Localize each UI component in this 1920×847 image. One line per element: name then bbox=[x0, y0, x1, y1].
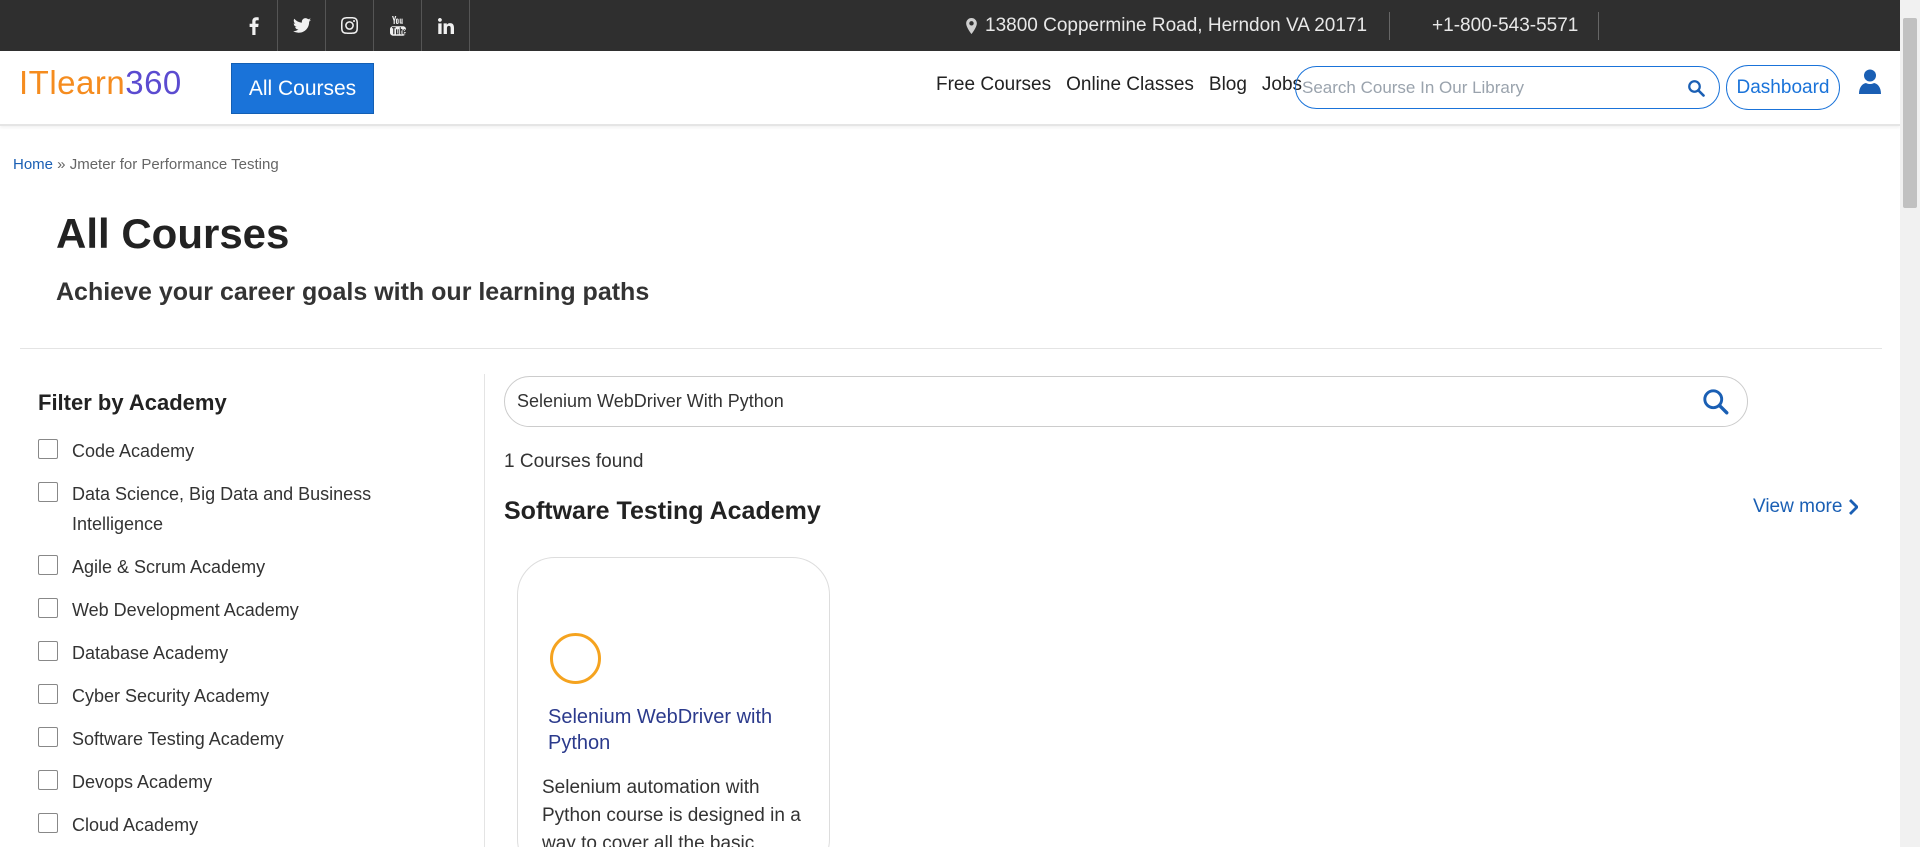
filter-label: Database Academy bbox=[72, 643, 229, 663]
linkedin-icon[interactable] bbox=[422, 0, 470, 51]
filter-item-agile-scrum[interactable]: Agile & Scrum Academy bbox=[38, 552, 478, 582]
academy-title: Software Testing Academy bbox=[504, 497, 821, 525]
breadcrumb-current: Jmeter for Performance Testing bbox=[69, 156, 279, 173]
filter-title: Filter by Academy bbox=[38, 390, 227, 415]
filter-checkbox[interactable] bbox=[38, 598, 58, 618]
all-courses-button[interactable]: All Courses bbox=[231, 63, 374, 114]
course-description: Selenium automation with Python course i… bbox=[542, 777, 801, 847]
page-scrollbar[interactable] bbox=[1900, 0, 1920, 847]
courses-found-count: 1 Courses found bbox=[504, 451, 644, 472]
filter-checkbox[interactable] bbox=[38, 439, 58, 459]
filter-item-software-testing[interactable]: Software Testing Academy bbox=[38, 724, 478, 754]
header-search-box bbox=[1295, 66, 1720, 109]
filter-item-code-academy[interactable]: Code Academy bbox=[38, 436, 478, 466]
scrollbar-thumb[interactable] bbox=[1903, 18, 1917, 208]
nav-free-courses[interactable]: Free Courses bbox=[936, 74, 1051, 96]
filter-item-database[interactable]: Database Academy bbox=[38, 638, 478, 668]
filter-label: Code Academy bbox=[72, 441, 195, 461]
dashboard-button[interactable]: Dashboard bbox=[1726, 65, 1840, 110]
course-search-input[interactable] bbox=[517, 391, 1702, 412]
search-icon[interactable] bbox=[1687, 79, 1705, 97]
header-search-input[interactable] bbox=[1302, 77, 1687, 98]
chevron-right-icon bbox=[1849, 499, 1859, 515]
twitter-icon[interactable] bbox=[278, 0, 326, 51]
filter-item-cyber-security[interactable]: Cyber Security Academy bbox=[38, 681, 478, 711]
address: 13800 Coppermine Road, Herndon VA 20171 bbox=[966, 11, 1391, 40]
contact-info: 13800 Coppermine Road, Herndon VA 20171 … bbox=[966, 0, 1600, 51]
filter-item-web-development[interactable]: Web Development Academy bbox=[38, 595, 478, 625]
phone-number[interactable]: +1-800-543-5571 bbox=[1390, 11, 1600, 40]
filter-checkbox[interactable] bbox=[38, 727, 58, 747]
search-icon[interactable] bbox=[1702, 388, 1729, 415]
filter-label: Software Testing Academy bbox=[72, 729, 284, 749]
main-nav: Free Courses Online Classes Blog Jobs bbox=[936, 74, 1317, 96]
filter-label: Devops Academy bbox=[72, 772, 213, 792]
facebook-icon[interactable] bbox=[230, 0, 278, 51]
site-header: ITlearn360 All Courses Free Courses Onli… bbox=[0, 51, 1900, 126]
course-title[interactable]: Selenium WebDriver with Python bbox=[548, 704, 808, 756]
filter-item-devops[interactable]: Devops Academy bbox=[38, 767, 478, 797]
breadcrumb: Home » Jmeter for Performance Testing bbox=[13, 156, 279, 173]
filter-checkbox[interactable] bbox=[38, 770, 58, 790]
filter-label: Data Science, Big Data and Business Inte… bbox=[72, 484, 372, 534]
view-more-link[interactable]: View more bbox=[1753, 496, 1859, 518]
site-logo[interactable]: ITlearn360 bbox=[19, 64, 182, 102]
filter-label: Web Development Academy bbox=[72, 600, 299, 620]
course-icon bbox=[550, 633, 601, 684]
academy-filter: Filter by Academy Code Academy Data Scie… bbox=[38, 390, 478, 847]
filter-label: Agile & Scrum Academy bbox=[72, 557, 266, 577]
filter-checkbox[interactable] bbox=[38, 555, 58, 575]
course-search-box bbox=[504, 376, 1748, 427]
filter-label: Cloud Academy bbox=[72, 815, 199, 835]
social-links bbox=[230, 0, 470, 51]
user-icon[interactable] bbox=[1859, 69, 1881, 99]
sidebar-divider bbox=[484, 374, 485, 847]
filter-checkbox[interactable] bbox=[38, 482, 58, 502]
breadcrumb-home[interactable]: Home bbox=[13, 156, 53, 173]
breadcrumb-separator: » bbox=[53, 156, 70, 173]
filter-item-cloud[interactable]: Cloud Academy bbox=[38, 810, 478, 840]
nav-online-classes[interactable]: Online Classes bbox=[1066, 74, 1194, 96]
instagram-icon[interactable] bbox=[326, 0, 374, 51]
view-more-label: View more bbox=[1753, 496, 1843, 517]
map-pin-icon bbox=[966, 17, 977, 34]
filter-checkbox[interactable] bbox=[38, 813, 58, 833]
filter-item-data-science[interactable]: Data Science, Big Data and Business Inte… bbox=[38, 479, 478, 539]
page-subtitle: Achieve your career goals with our learn… bbox=[56, 278, 650, 306]
nav-blog[interactable]: Blog bbox=[1209, 74, 1247, 96]
youtube-icon[interactable] bbox=[374, 0, 422, 51]
page-title: All Courses bbox=[56, 210, 290, 257]
filter-checkbox[interactable] bbox=[38, 684, 58, 704]
section-divider bbox=[20, 348, 1882, 349]
logo-text-part2: 360 bbox=[125, 64, 182, 101]
filter-label: Cyber Security Academy bbox=[72, 686, 270, 706]
filter-checkbox[interactable] bbox=[38, 641, 58, 661]
address-text: 13800 Coppermine Road, Herndon VA 20171 bbox=[985, 14, 1368, 36]
top-bar: 13800 Coppermine Road, Herndon VA 20171 … bbox=[0, 0, 1900, 51]
course-card[interactable]: Selenium WebDriver with Python Selenium … bbox=[517, 557, 830, 847]
logo-text-part1: ITlearn bbox=[19, 64, 126, 101]
